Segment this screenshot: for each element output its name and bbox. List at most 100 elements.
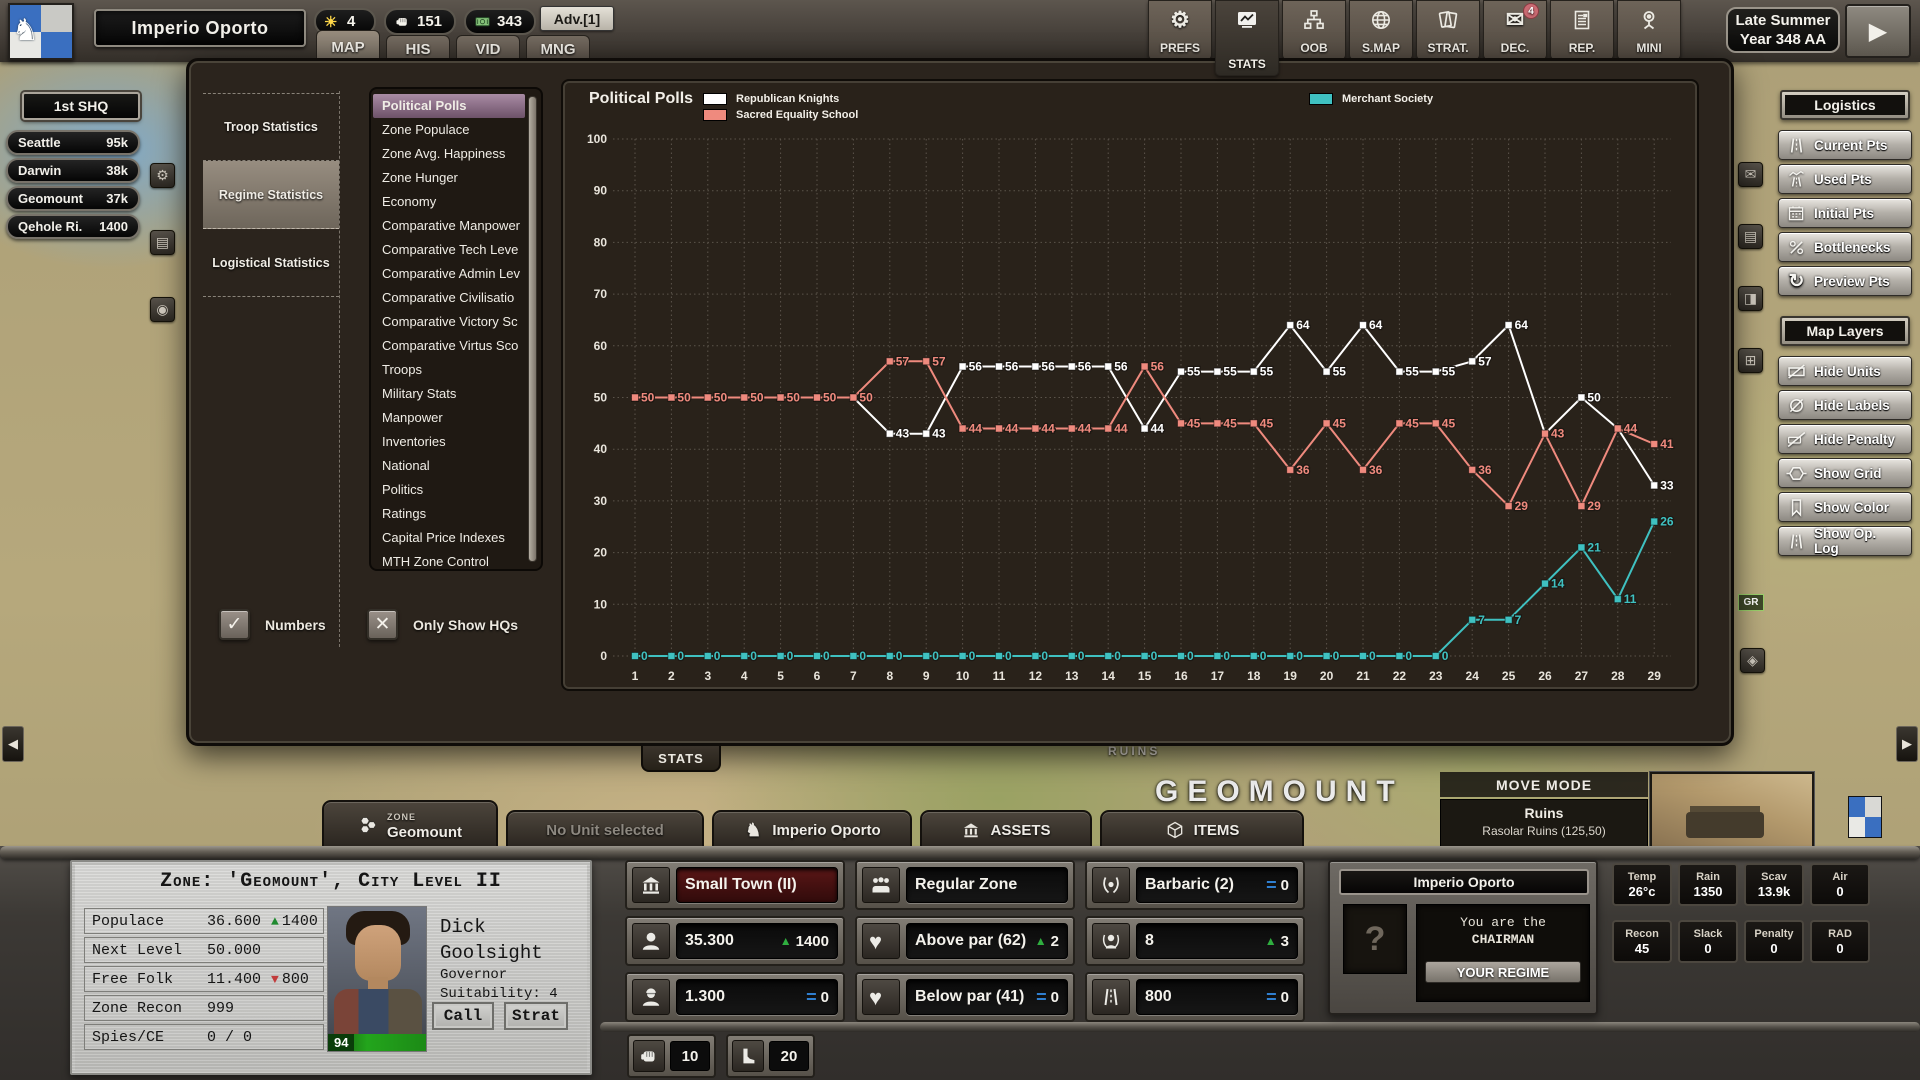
stats-nav-troop[interactable]: Troop Statistics bbox=[203, 93, 339, 161]
report-item[interactable]: Comparative Manpower bbox=[373, 214, 525, 238]
list-scrollbar[interactable] bbox=[528, 96, 537, 562]
money-icon bbox=[474, 13, 491, 30]
sidebar-list-button[interactable]: ▤ bbox=[150, 230, 175, 255]
report-item[interactable]: Comparative Tech Leve bbox=[373, 238, 525, 262]
report-item[interactable]: Comparative Virtus Sco bbox=[373, 334, 525, 358]
only-show-hqs-checkbox[interactable]: ✕ bbox=[367, 609, 398, 640]
initial-pts-button[interactable]: Initial Pts bbox=[1778, 198, 1912, 228]
city-item-geomount[interactable]: Geomount37k bbox=[6, 186, 140, 211]
lion-icon: ♞ bbox=[743, 820, 763, 840]
zone-stat-cell[interactable]: ♥Above par (62)▲2 bbox=[855, 916, 1075, 966]
relation-bar: 94 bbox=[328, 1034, 426, 1051]
city-item-seattle[interactable]: Seattle95k bbox=[6, 130, 140, 155]
bookmark-icon bbox=[1786, 497, 1807, 518]
show-op-log-button[interactable]: Show Op. Log bbox=[1778, 526, 1912, 556]
report-item[interactable]: Comparative Civilisatio bbox=[373, 286, 525, 310]
show-color-button[interactable]: Show Color bbox=[1778, 492, 1912, 522]
report-item[interactable]: Ratings bbox=[373, 502, 525, 526]
report-item[interactable]: Inventories bbox=[373, 430, 525, 454]
zone-extra-cell[interactable]: 20 bbox=[726, 1034, 815, 1078]
report-item[interactable]: Troops bbox=[373, 358, 525, 382]
hide-penalty-button[interactable]: Hide Penalty bbox=[1778, 424, 1912, 454]
zone-stat-cell[interactable]: 800=0 bbox=[1085, 972, 1305, 1022]
city-item-darwin[interactable]: Darwin38k bbox=[6, 158, 140, 183]
svg-text:14: 14 bbox=[1102, 669, 1116, 683]
bottom-tab-geomount[interactable]: ZONEGeomount bbox=[322, 800, 498, 848]
report-item[interactable]: Comparative Victory Sc bbox=[373, 310, 525, 334]
zone-stat-cell[interactable]: 1.300=0 bbox=[625, 972, 845, 1022]
svg-text:44: 44 bbox=[969, 422, 983, 436]
governor-portrait[interactable]: 94 bbox=[327, 906, 427, 1052]
stats-nav-logistical[interactable]: Logistical Statistics bbox=[203, 229, 339, 297]
call-button[interactable]: Call bbox=[432, 1002, 494, 1030]
report-item[interactable]: Zone Populace bbox=[373, 118, 525, 142]
map-scroll-left-button[interactable]: ◀ bbox=[2, 726, 24, 762]
end-turn-button[interactable]: ▶ bbox=[1845, 4, 1911, 58]
zone-extra-cell[interactable]: 10 bbox=[627, 1034, 716, 1078]
used-pts-button[interactable]: Used Pts bbox=[1778, 164, 1912, 194]
map-side-grid-button[interactable]: ⊞ bbox=[1738, 348, 1763, 373]
advisor-button[interactable]: Adv.[1] bbox=[540, 6, 614, 31]
preview-pts-button[interactable]: ↻Preview Pts bbox=[1778, 266, 1912, 296]
numbers-checkbox[interactable]: ✓ bbox=[219, 609, 250, 640]
hq-header[interactable]: 1st SHQ bbox=[22, 92, 140, 120]
svg-text:41: 41 bbox=[1660, 437, 1674, 451]
sidebar-settings-button[interactable]: ⚙ bbox=[150, 163, 175, 188]
zone-stat-cell[interactable]: ♥Below par (41)=0 bbox=[855, 972, 1075, 1022]
zone-stat-cell[interactable]: 8▲3 bbox=[1085, 916, 1305, 966]
location-subtitle: Rasolar Ruins (125,50) bbox=[1441, 824, 1647, 838]
cell-value: 20 bbox=[769, 1041, 809, 1071]
stats-window-tab[interactable]: STATS bbox=[641, 746, 721, 772]
svg-text:36: 36 bbox=[1478, 463, 1492, 477]
dec-button[interactable]: ✉DEC.4 bbox=[1483, 0, 1547, 60]
oob-button[interactable]: OOB bbox=[1282, 0, 1346, 60]
report-item[interactable]: Military Stats bbox=[373, 382, 525, 406]
rep-button[interactable]: REP. bbox=[1550, 0, 1614, 60]
report-item[interactable]: National bbox=[373, 454, 525, 478]
stats-button[interactable]: STATS bbox=[1215, 0, 1279, 76]
prefs-button[interactable]: ⚙PREFS bbox=[1148, 0, 1212, 60]
report-item[interactable]: Political Polls bbox=[373, 94, 525, 118]
show-grid-button[interactable]: Show Grid bbox=[1778, 458, 1912, 488]
bottom-tab-items[interactable]: ITEMS bbox=[1100, 810, 1304, 848]
report-item[interactable]: Comparative Admin Lev bbox=[373, 262, 525, 286]
report-item[interactable]: MTH Zone Control bbox=[373, 550, 525, 574]
map-side-messages-button[interactable]: ✉ bbox=[1738, 162, 1763, 187]
zone-stat-cell[interactable]: 35.300▲1400 bbox=[625, 916, 845, 966]
bottlenecks-button[interactable]: Bottlenecks bbox=[1778, 232, 1912, 262]
report-item[interactable]: Zone Hunger bbox=[373, 166, 525, 190]
zone-row-value: 36.600 bbox=[207, 913, 261, 930]
map-side-overlay-button[interactable]: ◨ bbox=[1738, 286, 1763, 311]
report-item[interactable]: Manpower bbox=[373, 406, 525, 430]
report-item[interactable]: Politics bbox=[373, 478, 525, 502]
city-item-qehole-ri-[interactable]: Qehole Ri.1400 bbox=[6, 214, 140, 239]
button-label: Hide Labels bbox=[1814, 398, 1890, 413]
sidebar-scope-button[interactable]: ◉ bbox=[150, 297, 175, 322]
bottom-tab-imperio-oporto[interactable]: ♞Imperio Oporto bbox=[712, 810, 912, 848]
strat-button[interactable]: STRAT. bbox=[1416, 0, 1480, 60]
zone-stat-cell[interactable]: Small Town (II) bbox=[625, 860, 845, 910]
regime-nameplate[interactable]: Imperio Oporto bbox=[94, 9, 306, 47]
mini-button[interactable]: MINI bbox=[1617, 0, 1681, 60]
hide-units-button[interactable]: Hide Units bbox=[1778, 356, 1912, 386]
map-side-marker-button[interactable]: ◈ bbox=[1740, 648, 1765, 673]
zone-stat-cell[interactable]: Barbaric (2)=0 bbox=[1085, 860, 1305, 910]
button-label: Show Op. Log bbox=[1814, 526, 1904, 556]
your-regime-button[interactable]: YOUR REGIME bbox=[1425, 961, 1581, 983]
strat-button[interactable]: Strat bbox=[504, 1002, 568, 1030]
zone-row-populace: Populace36.600▲1400 bbox=[84, 908, 324, 934]
zone-stat-cell[interactable]: Regular Zone bbox=[855, 860, 1075, 910]
report-item[interactable]: Capital Price Indexes bbox=[373, 526, 525, 550]
report-item[interactable]: Economy bbox=[373, 190, 525, 214]
report-item[interactable]: Zone Avg. Happiness bbox=[373, 142, 525, 166]
smap-button[interactable]: S.MAP bbox=[1349, 0, 1413, 60]
hide-labels-button[interactable]: Hide Labels bbox=[1778, 390, 1912, 420]
bottom-tab-no-unit-selected[interactable]: No Unit selected bbox=[506, 810, 704, 848]
map-city-label: GEOMOUNT bbox=[1155, 775, 1404, 809]
map-scroll-right-button[interactable]: ▶ bbox=[1896, 726, 1918, 762]
delta-up-icon: ▲ bbox=[1035, 934, 1047, 948]
map-side-panel-button[interactable]: ▤ bbox=[1738, 224, 1763, 249]
bottom-tab-assets[interactable]: ASSETS bbox=[920, 810, 1092, 848]
stats-nav-regime[interactable]: Regime Statistics bbox=[203, 161, 339, 229]
current-pts-button[interactable]: Current Pts bbox=[1778, 130, 1912, 160]
